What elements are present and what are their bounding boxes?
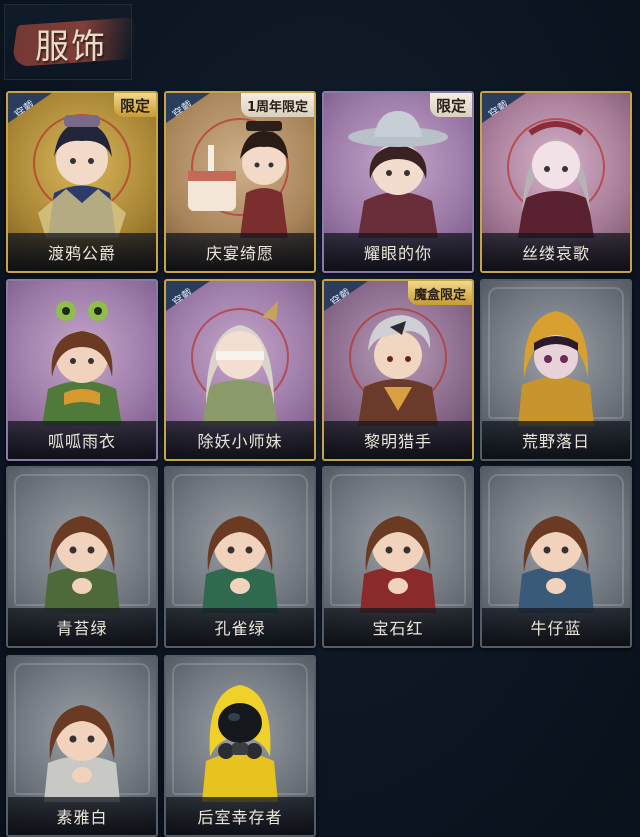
costume-card-denim-blue[interactable]: 牛仔蓝 xyxy=(480,466,632,648)
costume-card-demon-slayer-junior[interactable]: 穿戴 除妖小师妹 xyxy=(164,279,316,461)
costume-page: 服饰 穿戴 限定 渡鸦公爵 穿戴 1周年限定 庆宴绮愿 限定 耀眼的你 穿戴 丝… xyxy=(0,0,640,837)
portrait-denim-blue xyxy=(518,516,594,613)
costume-card-dazzling-you[interactable]: 限定 耀眼的你 xyxy=(322,91,474,273)
costume-name: 荒野落日 xyxy=(521,432,590,451)
card-name-bar: 孔雀绿 xyxy=(166,608,314,646)
portrait-elegant-white xyxy=(44,705,120,802)
card-name-bar: 耀眼的你 xyxy=(324,233,472,271)
costume-name: 宝石红 xyxy=(372,619,424,638)
costume-name: 丝缕哀歌 xyxy=(521,244,590,263)
limited-badge: 限定 xyxy=(113,93,156,117)
costume-name: 牛仔蓝 xyxy=(530,619,582,638)
card-name-bar: 牛仔蓝 xyxy=(482,608,630,646)
costume-name: 素雅白 xyxy=(56,808,108,827)
portrait-backrooms-survivor xyxy=(202,685,278,802)
portrait-ruby-red xyxy=(360,516,436,613)
card-name-bar: 渡鸦公爵 xyxy=(8,233,156,271)
portrait-peacock-green xyxy=(202,516,278,613)
limited-badge: 1周年限定 xyxy=(240,93,314,117)
card-name-bar: 除妖小师妹 xyxy=(166,421,314,459)
card-name-bar: 黎明猎手 xyxy=(324,421,472,459)
costume-card-dawn-hunter[interactable]: 穿戴 魔盒限定 黎明猎手 xyxy=(322,279,474,461)
portrait-silk-lament xyxy=(507,118,605,238)
card-name-bar: 庆宴绮愿 xyxy=(166,233,314,271)
costume-card-frog-raincoat[interactable]: 呱呱雨衣 xyxy=(6,279,158,461)
card-name-bar: 丝缕哀歌 xyxy=(482,233,630,271)
costume-name: 后室幸存者 xyxy=(197,808,283,827)
portrait-frog-raincoat xyxy=(42,301,122,426)
costume-card-wild-sunset[interactable]: 荒野落日 xyxy=(480,279,632,461)
costume-name: 孔雀绿 xyxy=(214,619,266,638)
costume-name: 黎明猎手 xyxy=(363,432,432,451)
portrait-wild-sunset xyxy=(518,311,594,426)
costume-card-backrooms-survivor[interactable]: 后室幸存者 xyxy=(164,655,316,837)
portrait-moss-green xyxy=(44,516,120,613)
costume-card-elegant-white[interactable]: 素雅白 xyxy=(6,655,158,837)
card-name-bar: 青苔绿 xyxy=(8,608,156,646)
costume-card-raven-duke[interactable]: 穿戴 限定 渡鸦公爵 xyxy=(6,91,158,273)
costume-name: 呱呱雨衣 xyxy=(47,432,116,451)
portrait-demon-slayer-junior xyxy=(191,301,289,426)
costume-name: 除妖小师妹 xyxy=(197,432,283,451)
costume-card-ruby-red[interactable]: 宝石红 xyxy=(322,466,474,648)
card-name-bar: 宝石红 xyxy=(324,608,472,646)
costume-name: 耀眼的你 xyxy=(363,244,432,263)
costume-grid: 穿戴 限定 渡鸦公爵 穿戴 1周年限定 庆宴绮愿 限定 耀眼的你 穿戴 丝缕哀歌… xyxy=(0,0,640,837)
costume-card-banquet-wish[interactable]: 穿戴 1周年限定 庆宴绮愿 xyxy=(164,91,316,273)
costume-card-moss-green[interactable]: 青苔绿 xyxy=(6,466,158,648)
limited-badge: 魔盒限定 xyxy=(407,281,472,305)
costume-card-silk-lament[interactable]: 穿戴 丝缕哀歌 xyxy=(480,91,632,273)
limited-badge: 限定 xyxy=(429,93,472,117)
costume-card-peacock-green[interactable]: 孔雀绿 xyxy=(164,466,316,648)
card-name-bar: 后室幸存者 xyxy=(166,797,314,835)
costume-name: 青苔绿 xyxy=(56,619,108,638)
costume-name: 庆宴绮愿 xyxy=(205,244,274,263)
costume-name: 渡鸦公爵 xyxy=(47,244,116,263)
card-name-bar: 荒野落日 xyxy=(482,421,630,459)
card-name-bar: 呱呱雨衣 xyxy=(8,421,156,459)
card-name-bar: 素雅白 xyxy=(8,797,156,835)
